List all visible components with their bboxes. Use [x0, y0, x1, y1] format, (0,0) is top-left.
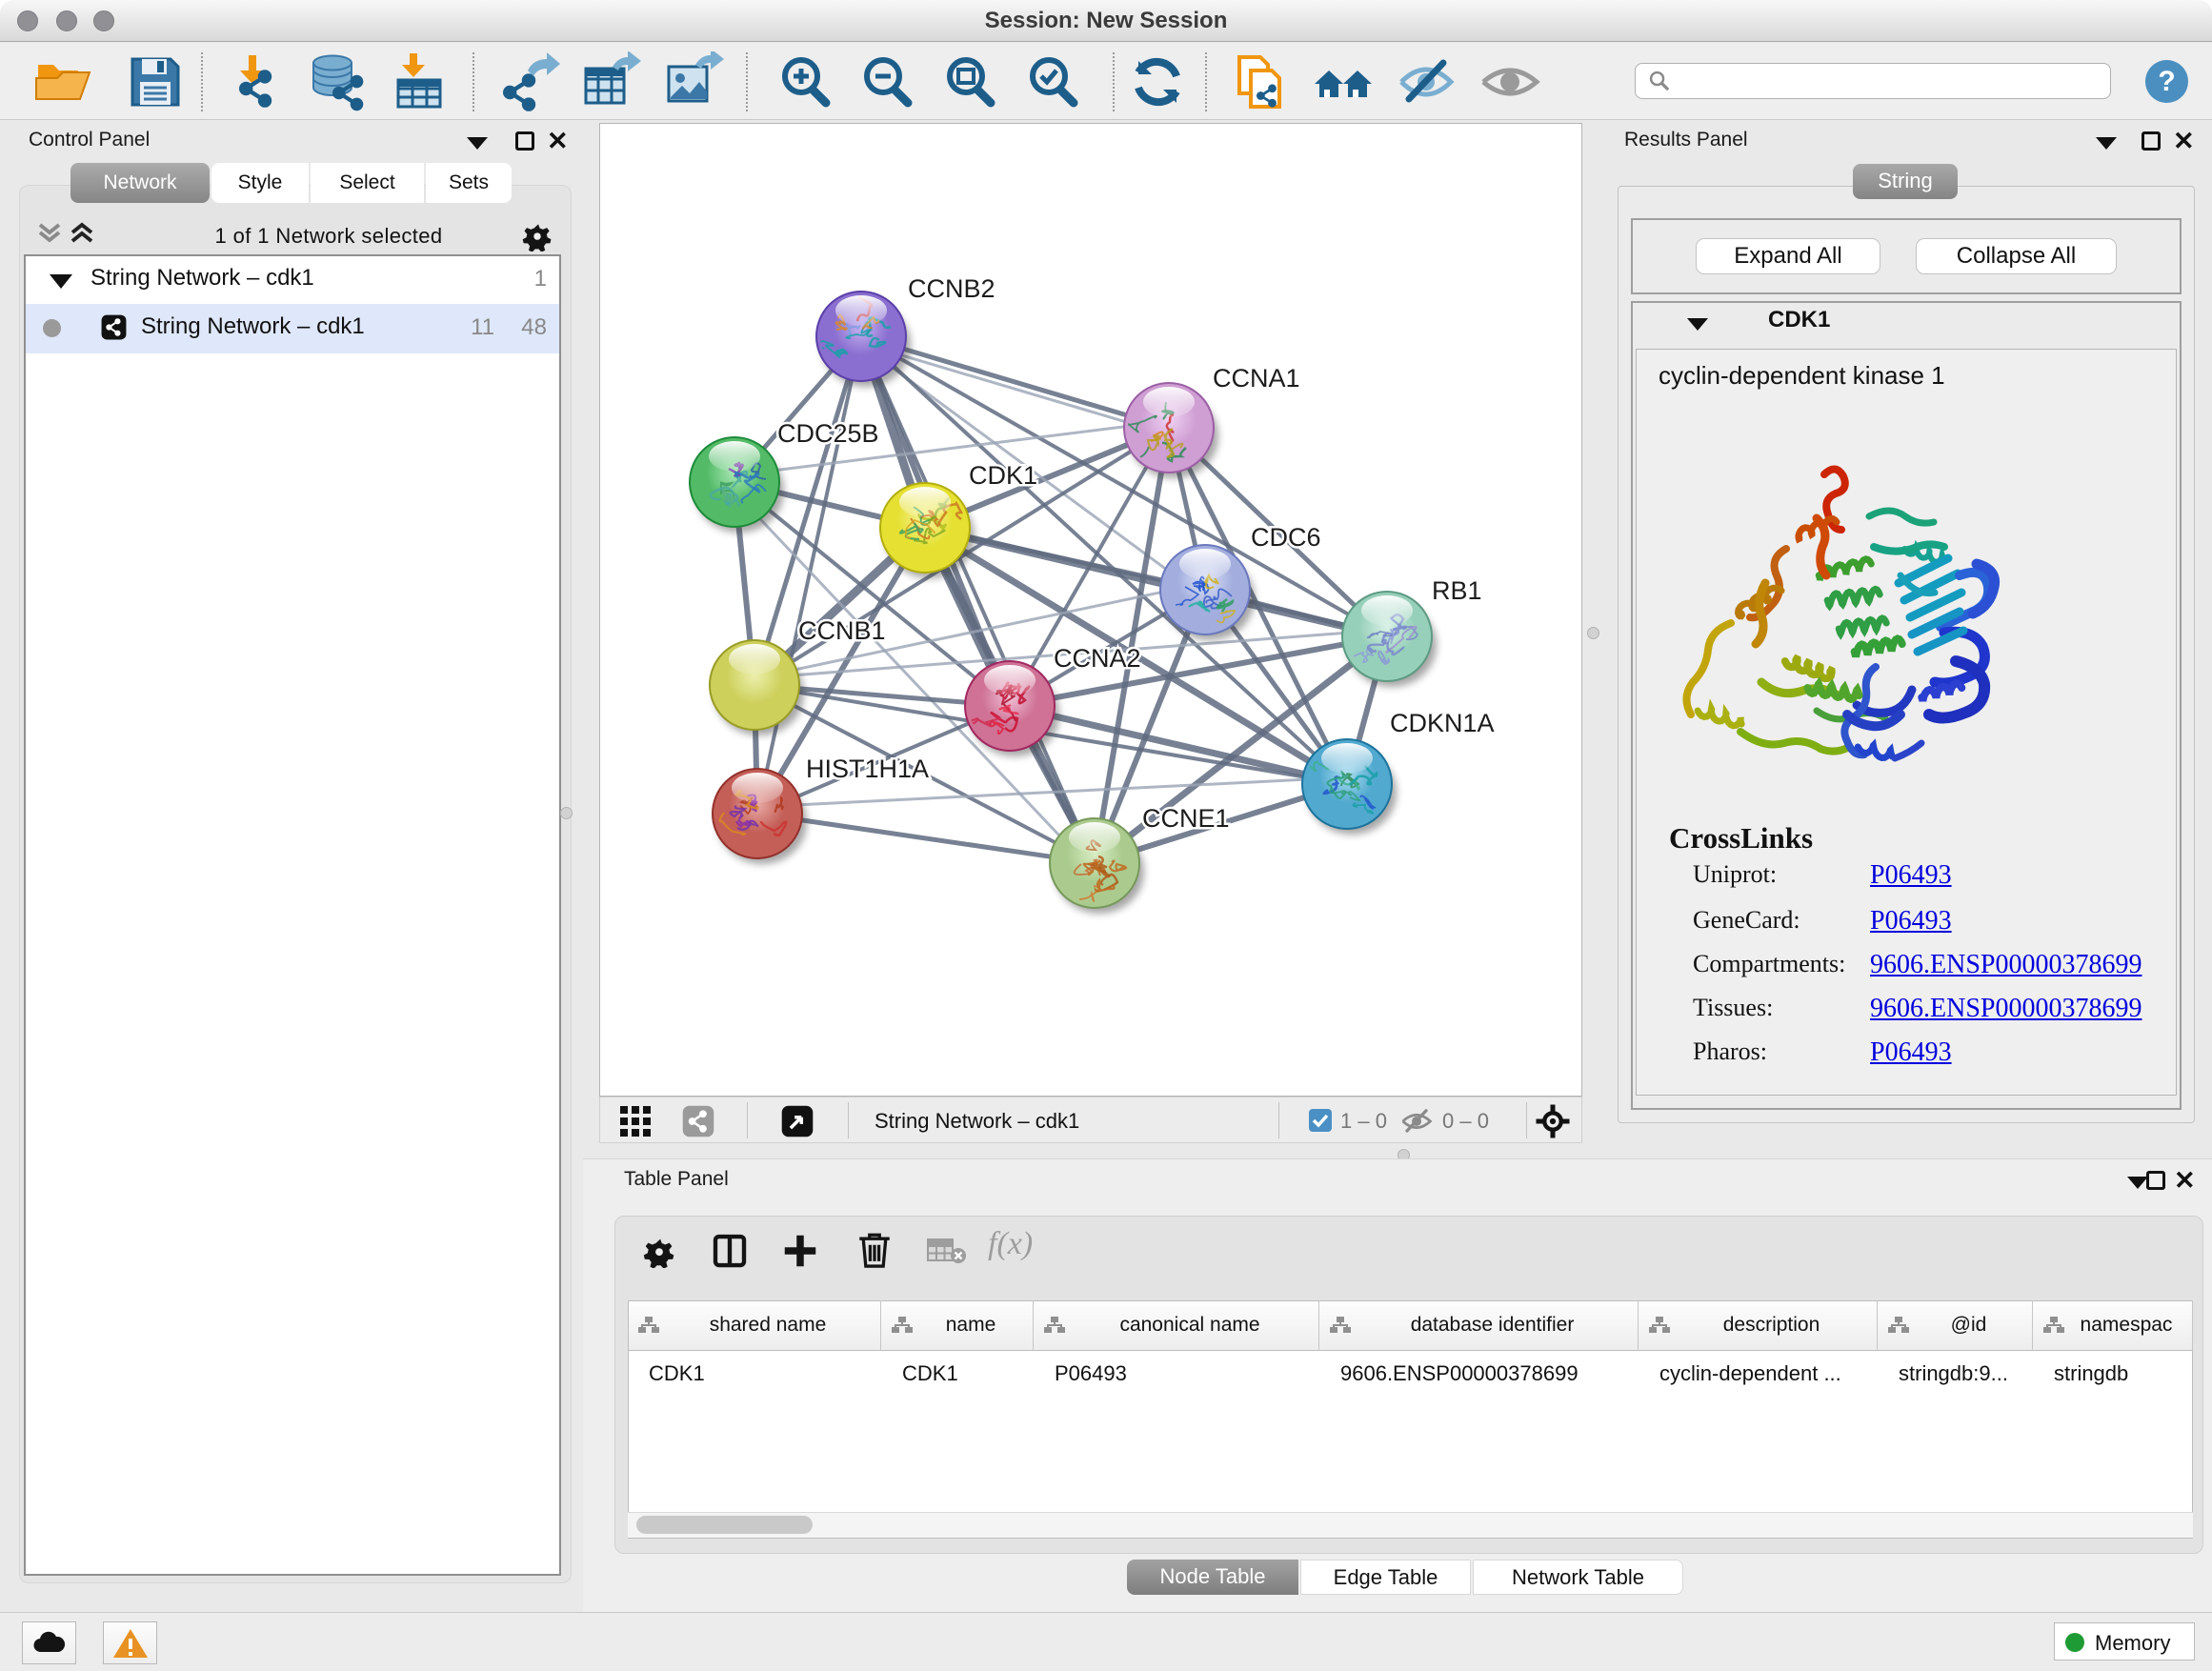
svg-text:CDC25B: CDC25B [777, 419, 879, 448]
svg-text:CDK1: CDK1 [969, 461, 1037, 490]
svg-text:CDKN1A: CDKN1A [1390, 709, 1495, 737]
svg-text:CCNA1: CCNA1 [1213, 364, 1300, 393]
svg-text:CCNB1: CCNB1 [798, 616, 886, 645]
svg-text:RB1: RB1 [1432, 576, 1482, 605]
svg-text:CCNB2: CCNB2 [908, 274, 995, 303]
svg-text:HIST1H1A: HIST1H1A [806, 755, 929, 783]
svg-text:CCNA2: CCNA2 [1054, 644, 1141, 673]
svg-text:CDC6: CDC6 [1251, 523, 1321, 552]
svg-text:CCNE1: CCNE1 [1142, 804, 1230, 833]
